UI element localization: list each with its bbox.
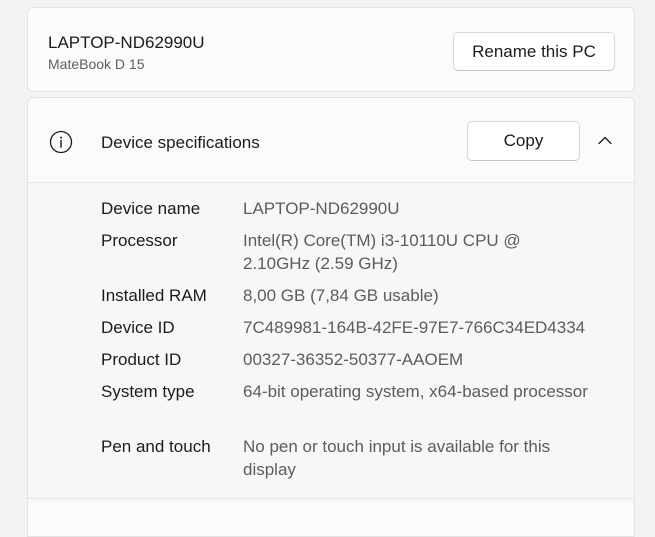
pc-name: LAPTOP-ND62990U — [48, 33, 205, 52]
spec-label: System type — [101, 382, 195, 401]
section-divider — [28, 498, 634, 499]
spec-label: Device name — [101, 199, 201, 218]
spec-label: Processor — [101, 231, 178, 250]
spec-value: LAPTOP-ND62990U — [243, 199, 400, 218]
spec-label: Installed RAM — [101, 286, 207, 305]
spec-label: Pen and touch — [101, 437, 211, 456]
pc-model: MateBook D 15 — [48, 56, 145, 72]
info-circle-icon — [49, 130, 73, 154]
pc-name-card: LAPTOP-ND62990U MateBook D 15 Rename thi… — [27, 7, 635, 92]
spec-value: 8,00 GB (7,84 GB usable) — [243, 286, 439, 305]
spec-label: Product ID — [101, 350, 182, 369]
spec-value: 7C489981-164B-42FE-97E7-766C34ED4334 — [243, 318, 586, 337]
device-specifications-body: Device name LAPTOP-ND62990U Processor In… — [28, 183, 634, 503]
spec-value: 64-bit operating system, x64-based proce… — [243, 382, 588, 401]
spec-value: 00327-36352-50377-AAOEM — [243, 350, 464, 369]
copy-button[interactable]: Copy — [467, 121, 580, 161]
device-specifications-title: Device specifications — [101, 133, 260, 152]
spec-value: Intel(R) Core(TM) i3-10110U CPU @ 2.10GH… — [243, 231, 521, 273]
chevron-up-icon[interactable] — [597, 134, 613, 146]
rename-pc-button[interactable]: Rename this PC — [453, 32, 615, 71]
spec-value: No pen or touch input is available for t… — [243, 437, 551, 479]
device-specifications-header[interactable]: Device specifications Copy — [28, 98, 634, 183]
spec-label: Device ID — [101, 318, 175, 337]
device-specifications-card: Device specifications Copy Device name L… — [27, 97, 635, 537]
